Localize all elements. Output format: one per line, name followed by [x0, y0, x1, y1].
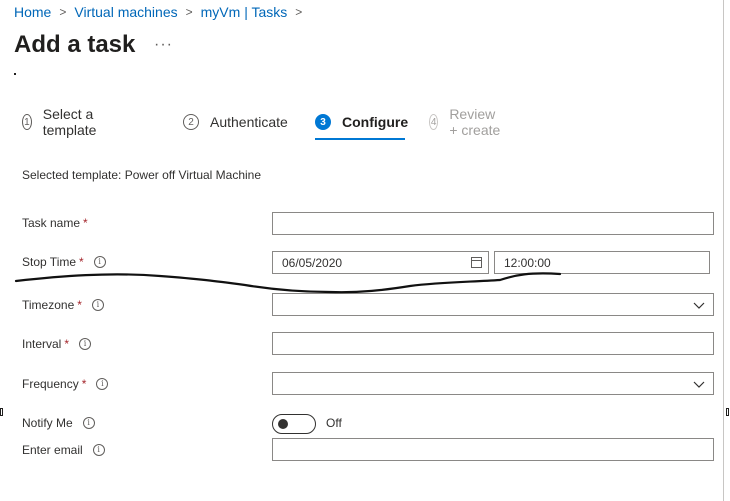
- resize-handle-right[interactable]: [726, 408, 729, 416]
- step-number: 2: [183, 114, 199, 130]
- notify-me-label: Notify Me i: [22, 416, 95, 430]
- panel-border: [723, 0, 724, 501]
- stop-time-label: Stop Time * i: [22, 255, 106, 269]
- step-label: Configure: [342, 114, 409, 130]
- label-text: Task name: [22, 216, 81, 230]
- more-options-icon[interactable]: ···: [154, 36, 173, 54]
- required-marker: *: [64, 337, 70, 351]
- label-text: Enter email: [22, 443, 83, 457]
- chevron-right-icon: >: [185, 5, 193, 19]
- notify-me-toggle[interactable]: [272, 414, 316, 434]
- breadcrumb-virtual-machines[interactable]: Virtual machines: [74, 4, 177, 20]
- info-icon[interactable]: i: [93, 256, 106, 268]
- required-marker: *: [81, 377, 87, 391]
- label-text: Notify Me: [22, 416, 73, 430]
- required-marker: *: [77, 298, 82, 312]
- interval-field[interactable]: [282, 336, 704, 351]
- email-field[interactable]: [282, 442, 704, 457]
- breadcrumb-home[interactable]: Home: [14, 4, 51, 20]
- label-text: Stop Time: [22, 255, 77, 269]
- step-authenticate[interactable]: 2 Authenticate: [183, 112, 288, 132]
- notify-me-state: Off: [326, 416, 342, 430]
- timezone-dropdown[interactable]: [272, 293, 714, 316]
- label-text: Interval: [22, 337, 62, 351]
- info-icon[interactable]: i: [92, 444, 105, 456]
- email-input[interactable]: [272, 438, 714, 461]
- chevron-down-icon: [693, 381, 705, 388]
- stop-time-value: 12:00:00: [504, 255, 551, 270]
- add-task-page: Home > Virtual machines > myVm | Tasks >…: [0, 0, 730, 501]
- frequency-dropdown[interactable]: [272, 372, 714, 395]
- timezone-label: Timezone * i: [22, 298, 104, 312]
- step-label: Select a template: [42, 106, 97, 138]
- step-label: Review + create: [449, 106, 501, 138]
- step-number: 1: [22, 114, 32, 130]
- required-marker: *: [79, 255, 84, 269]
- frequency-label: Frequency * i: [22, 377, 109, 391]
- required-marker: *: [83, 216, 88, 230]
- breadcrumb: Home > Virtual machines > myVm | Tasks >: [14, 4, 310, 20]
- step-review-create[interactable]: 4 Review + create: [429, 106, 502, 138]
- active-step-underline: [315, 138, 405, 140]
- step-number: 4: [429, 114, 439, 130]
- label-text: Frequency: [22, 377, 79, 391]
- info-icon[interactable]: i: [82, 417, 95, 429]
- label-text: Timezone: [22, 298, 75, 312]
- interval-input[interactable]: [272, 332, 714, 355]
- task-name-label: Task name *: [22, 216, 88, 230]
- toggle-knob: [278, 419, 288, 429]
- stop-time-input[interactable]: 12:00:00: [494, 251, 710, 274]
- info-icon[interactable]: i: [96, 378, 109, 390]
- stray-dot: [14, 73, 16, 75]
- task-name-field[interactable]: [282, 216, 704, 231]
- calendar-icon[interactable]: [471, 257, 482, 268]
- info-icon[interactable]: i: [91, 299, 104, 311]
- task-name-input[interactable]: [272, 212, 714, 235]
- info-icon[interactable]: i: [79, 338, 92, 350]
- step-number: 3: [315, 114, 331, 130]
- email-label: Enter email i: [22, 443, 105, 457]
- step-select-template[interactable]: 1 Select a template: [22, 106, 103, 138]
- page-title: Add a task: [14, 31, 136, 58]
- selected-template-text: Selected template: Power off Virtual Mac…: [22, 168, 262, 182]
- chevron-down-icon: [693, 302, 705, 309]
- stop-date-input[interactable]: 06/05/2020: [272, 251, 489, 274]
- resize-handle-left[interactable]: [0, 408, 3, 416]
- step-configure[interactable]: 3 Configure: [315, 112, 408, 132]
- chevron-right-icon: >: [59, 5, 67, 19]
- step-label: Authenticate: [210, 114, 288, 130]
- chevron-right-icon: >: [295, 5, 303, 19]
- breadcrumb-myvm-tasks[interactable]: myVm | Tasks: [201, 4, 288, 20]
- stop-date-value: 06/05/2020: [282, 255, 343, 270]
- interval-label: Interval * i: [22, 337, 92, 351]
